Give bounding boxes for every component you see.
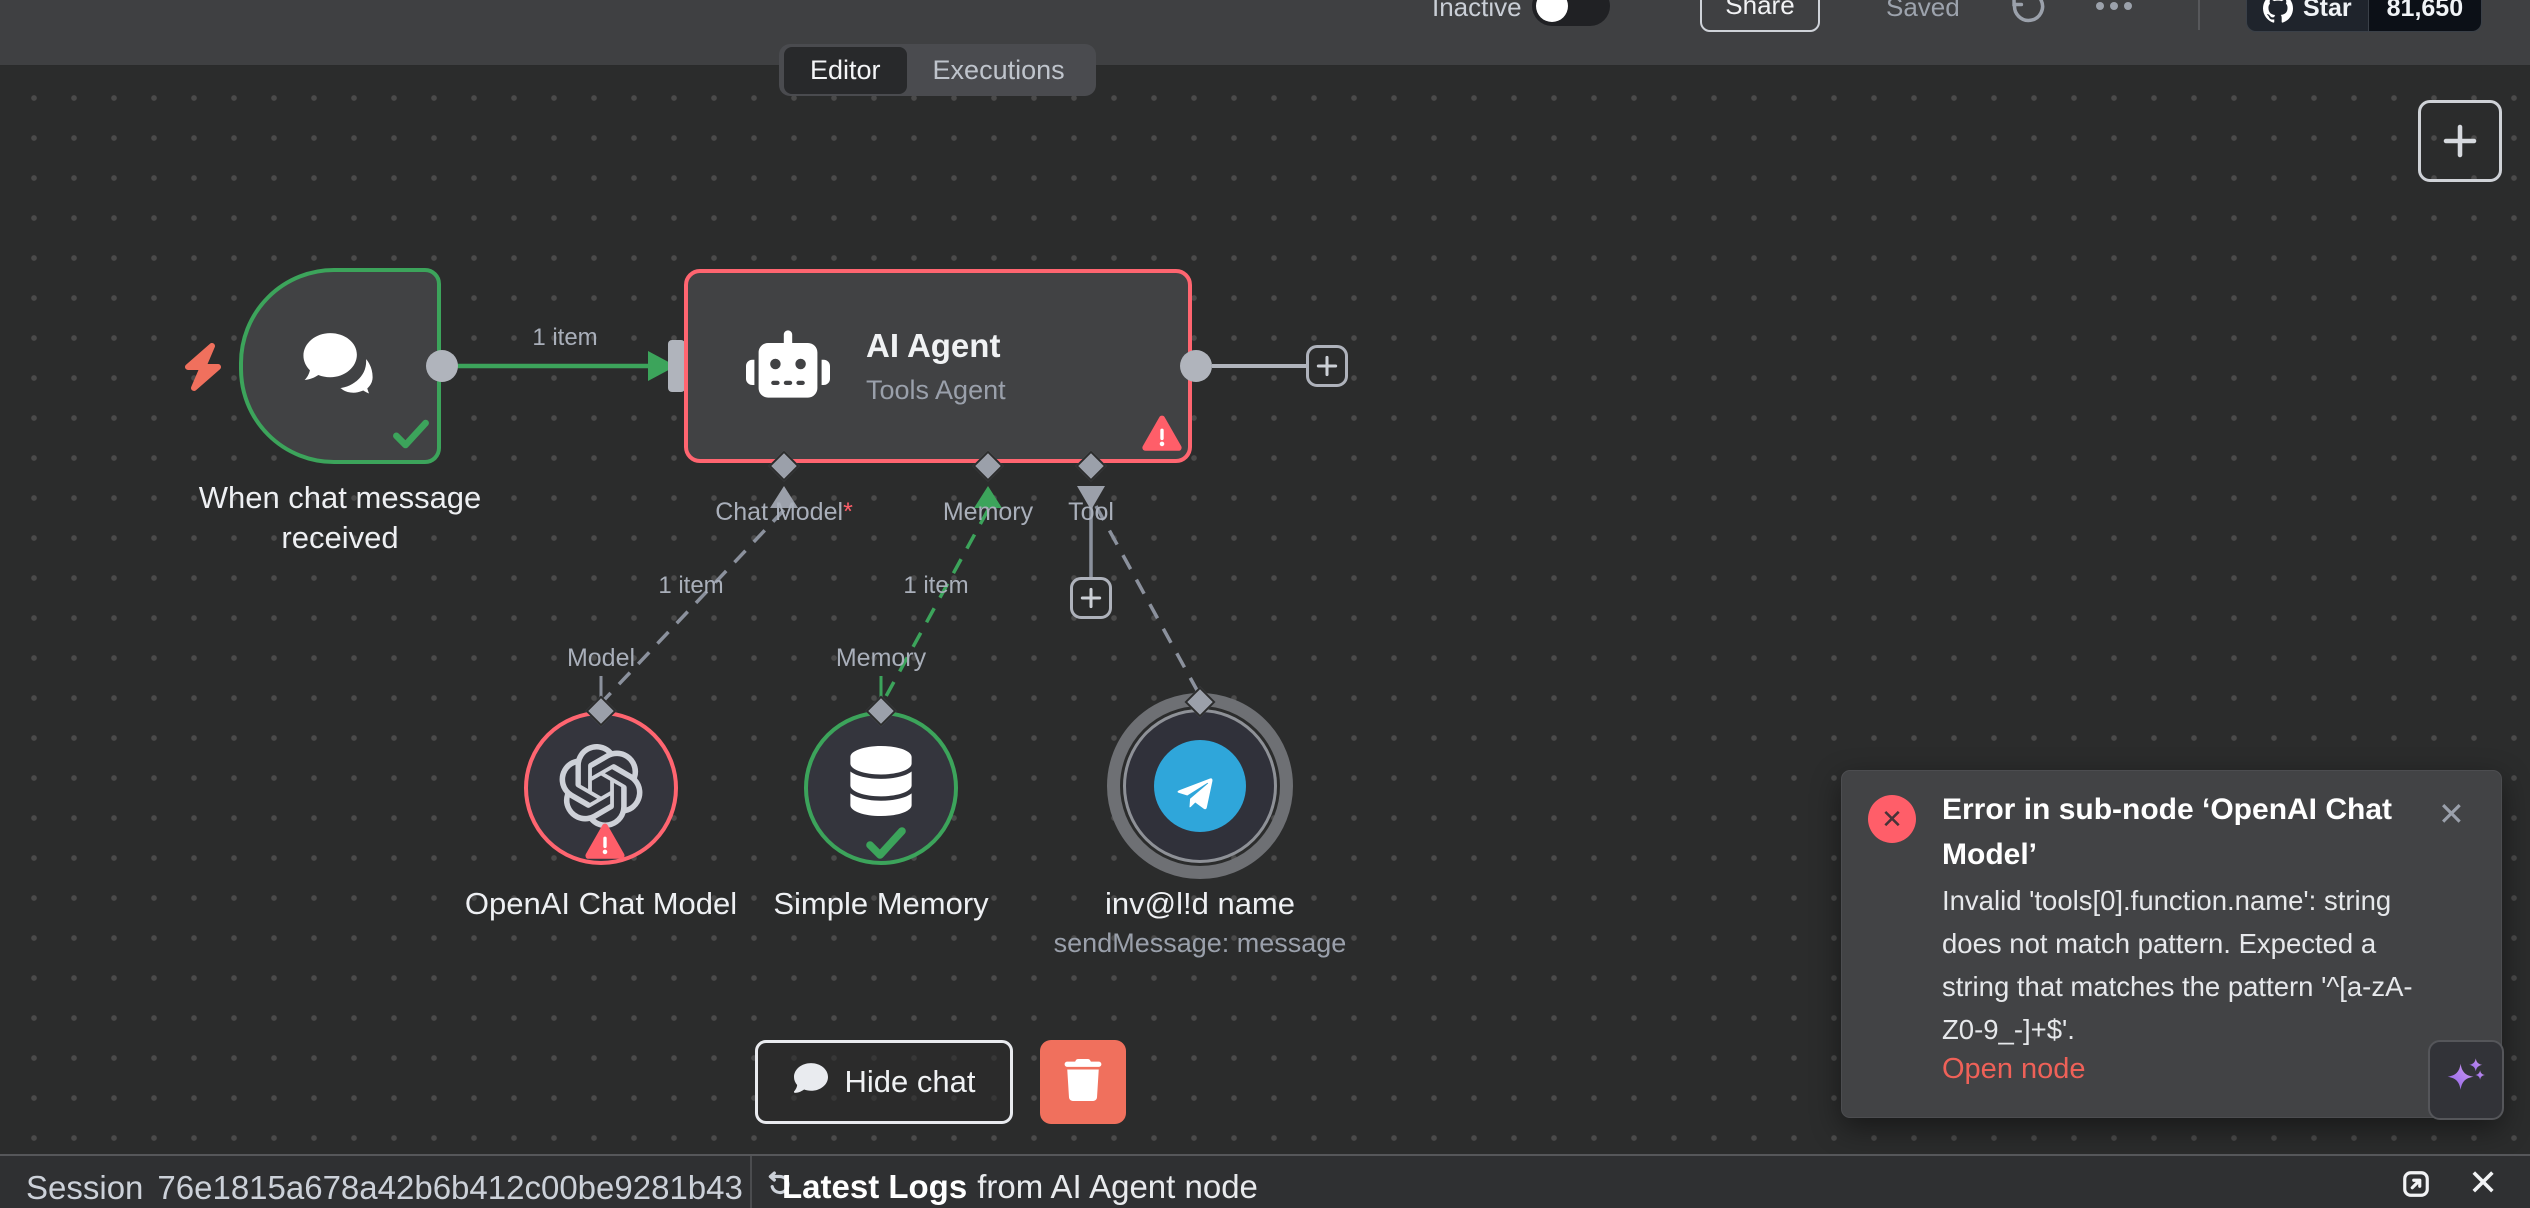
plus-icon (2439, 120, 2481, 162)
chat-session: Session 76e1815a678a42b6b412c00be9281b43 (26, 1168, 795, 1208)
saved-status: Saved (1886, 0, 1960, 23)
required-marker: * (843, 498, 853, 526)
n8n-workflow-editor: Inactive Share Saved Star 81,650 Editor … (0, 0, 2530, 1208)
agent-chatmodel-label: Chat Model* (664, 498, 904, 527)
robot-icon (746, 328, 830, 405)
chat-bubble-icon (793, 1061, 829, 1103)
bottom-panel-header: Session 76e1815a678a42b6b412c00be9281b43… (0, 1154, 2530, 1208)
inactive-label: Inactive (1432, 0, 1522, 23)
logs-subtitle: from AI Agent node (977, 1168, 1258, 1206)
openai-warning-icon (583, 820, 627, 865)
error-circle-icon: ✕ (1868, 795, 1916, 843)
add-node-button[interactable] (2418, 100, 2502, 182)
tab-editor[interactable]: Editor (784, 47, 907, 94)
node-simple-memory[interactable] (804, 711, 958, 865)
memory-success-check-icon (862, 819, 910, 872)
telegram-node-label: inv@l!d name (1050, 884, 1350, 924)
agent-add-node-button[interactable] (1306, 345, 1348, 387)
edge-label-main: 1 item (490, 324, 640, 352)
memory-node-label: Simple Memory (731, 884, 1031, 924)
memory-connector-label: Memory (801, 644, 961, 673)
sparkle-icon (2440, 1054, 2492, 1106)
database-icon (850, 746, 912, 821)
trigger-output-connector[interactable] (426, 350, 458, 382)
telegram-icon (1154, 740, 1246, 832)
agent-subtitle: Tools Agent (866, 375, 1006, 406)
openai-node-label: OpenAI Chat Model (451, 884, 751, 924)
logs-header: Latest Logs from AI Agent node (782, 1168, 1258, 1206)
clear-chat-button[interactable] (1040, 1040, 1126, 1124)
logs-title: Latest Logs (782, 1168, 967, 1206)
star-count: 81,650 (2368, 0, 2481, 31)
top-toolbar: Inactive Share Saved Star 81,650 (0, 0, 2530, 66)
options-menu-icon[interactable] (2096, 2, 2132, 10)
hide-chat-button[interactable]: Hide chat (755, 1040, 1013, 1124)
agent-warning-icon (1140, 412, 1184, 457)
agent-tool-label: Tool (1031, 498, 1151, 527)
popout-icon[interactable] (2398, 1166, 2434, 1207)
active-toggle[interactable] (1532, 0, 1610, 26)
star-label: Star (2303, 0, 2352, 23)
toast-body: Invalid 'tools[0].function.name': string… (1942, 879, 2426, 1051)
hide-chat-label: Hide chat (845, 1064, 976, 1100)
plus-icon (1078, 585, 1104, 611)
node-ai-agent[interactable]: AI Agent Tools Agent (684, 269, 1192, 463)
session-id: 76e1815a678a42b6b412c00be9281b43 (157, 1169, 742, 1207)
editor-executions-tabs: Editor Executions (779, 44, 1096, 96)
panel-divider (750, 1156, 752, 1208)
trigger-bolt-icon (182, 342, 224, 397)
model-connector-label: Model (501, 644, 701, 673)
toggle-knob (1536, 0, 1568, 22)
trigger-success-check-icon (389, 412, 433, 461)
agent-output-connector[interactable] (1180, 350, 1212, 382)
error-toast: ✕ Error in sub-node ‘OpenAI Chat Model’ … (1841, 770, 2502, 1118)
telegram-node-subtitle: sendMessage: message (1025, 928, 1375, 959)
node-openai-chat-model[interactable] (524, 711, 678, 865)
toast-title: Error in sub-node ‘OpenAI Chat Model’ (1942, 787, 2404, 877)
toolbar-divider (2198, 0, 2200, 30)
plus-icon (1314, 353, 1340, 379)
trash-icon (1064, 1059, 1102, 1106)
trigger-node-label: When chat message received (175, 478, 505, 558)
node-telegram-tool[interactable] (1123, 709, 1277, 863)
github-icon (2263, 0, 2293, 23)
tool-add-node-button[interactable] (1070, 577, 1112, 619)
edge-label-model: 1 item (616, 572, 766, 600)
chat-bubbles-icon (295, 319, 385, 414)
tab-executions[interactable]: Executions (907, 47, 1091, 94)
open-node-link[interactable]: Open node (1942, 1053, 2086, 1086)
toast-close-icon[interactable]: ✕ (2438, 795, 2465, 833)
session-label: Session (26, 1169, 143, 1207)
history-icon[interactable] (2006, 0, 2048, 35)
share-button[interactable]: Share (1700, 0, 1820, 32)
node-when-chat-message-received[interactable] (239, 268, 441, 464)
github-star-button[interactable]: Star 81,650 (2246, 0, 2482, 32)
close-panel-icon[interactable]: ✕ (2468, 1162, 2498, 1204)
edge-label-memory: 1 item (861, 572, 1011, 600)
agent-title: AI Agent (866, 327, 1006, 365)
ai-assistant-button[interactable] (2428, 1040, 2504, 1120)
